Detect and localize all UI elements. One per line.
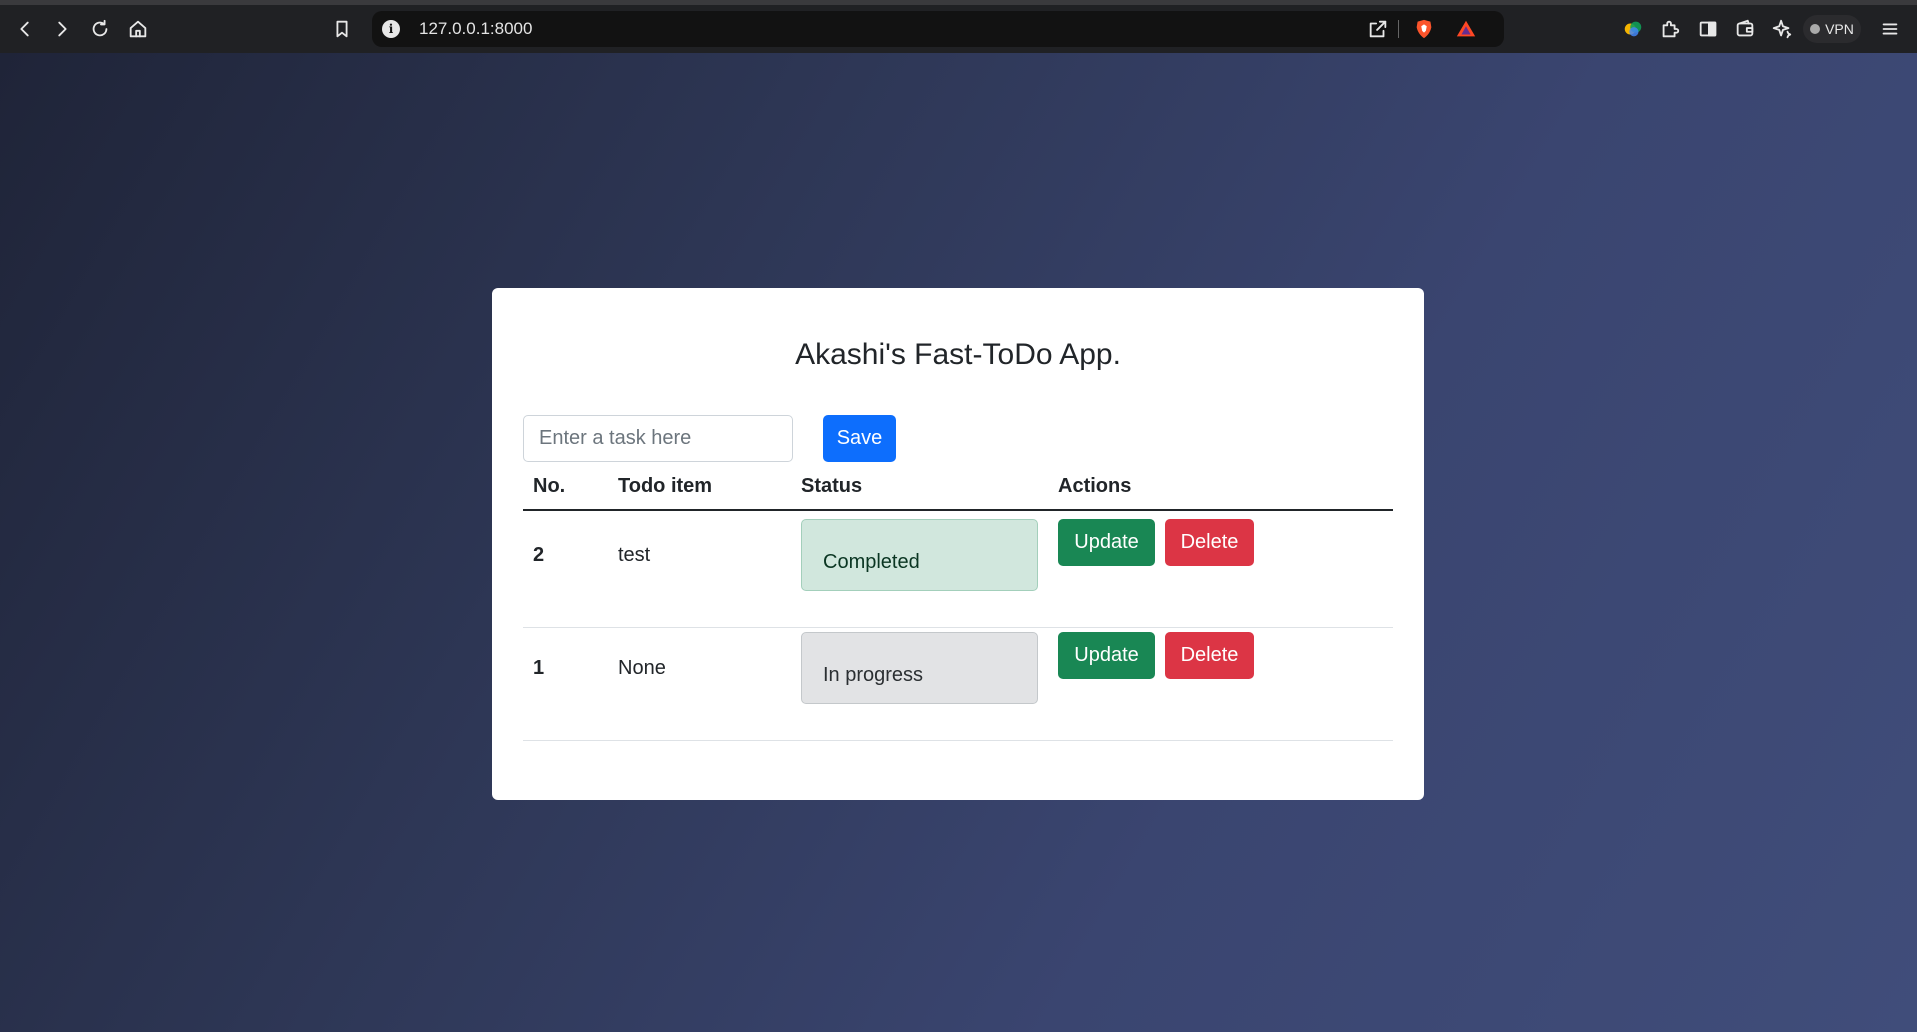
task-input[interactable] <box>523 415 793 462</box>
delete-button[interactable]: Delete <box>1165 519 1254 566</box>
browser-toolbar: i 127.0.0.1:8000 VPN <box>0 5 1917 53</box>
brave-shields-icon[interactable] <box>1412 17 1436 41</box>
forward-icon[interactable] <box>48 15 76 43</box>
update-button[interactable]: Update <box>1058 519 1155 566</box>
reload-icon[interactable] <box>86 15 114 43</box>
header-divider <box>523 509 1393 511</box>
wallet-icon[interactable] <box>1731 15 1759 43</box>
delete-button[interactable]: Delete <box>1165 632 1254 679</box>
url-separator <box>1398 20 1399 38</box>
extensions-puzzle-icon[interactable] <box>1656 15 1684 43</box>
column-header-no: No. <box>533 475 566 497</box>
share-icon[interactable] <box>1366 17 1390 41</box>
back-icon[interactable] <box>11 15 39 43</box>
column-header-todo-item: Todo item <box>618 475 713 497</box>
status-text: In progress <box>823 663 924 686</box>
row-number: 2 <box>533 544 545 566</box>
todo-card: Akashi's Fast-ToDo App. Save No. Todo it… <box>492 288 1424 800</box>
row-number: 1 <box>533 657 545 679</box>
leo-ai-icon[interactable] <box>1768 15 1796 43</box>
bookmark-icon[interactable] <box>328 15 356 43</box>
row-todo-item: test <box>618 544 651 566</box>
address-bar[interactable]: i 127.0.0.1:8000 <box>372 11 1504 47</box>
sidebar-icon[interactable] <box>1694 15 1722 43</box>
save-button[interactable]: Save <box>823 415 896 462</box>
row-divider <box>523 740 1393 741</box>
row-divider <box>523 627 1393 628</box>
vpn-status-icon <box>1810 24 1821 34</box>
page-title: Akashi's Fast-ToDo App. <box>795 338 1121 371</box>
status-badge-in-progress: In progress <box>801 632 1038 704</box>
site-info-icon[interactable]: i <box>382 20 400 38</box>
vpn-button[interactable]: VPN <box>1803 15 1861 43</box>
row-todo-item: None <box>618 657 666 679</box>
update-button[interactable]: Update <box>1058 632 1155 679</box>
vpn-label: VPN <box>1825 21 1854 37</box>
brave-rewards-icon[interactable] <box>1454 17 1478 41</box>
status-text: Completed <box>823 550 920 573</box>
page-viewport: Akashi's Fast-ToDo App. Save No. Todo it… <box>0 53 1917 1032</box>
extension-colorful-icon[interactable] <box>1619 15 1647 43</box>
url-text[interactable]: 127.0.0.1:8000 <box>419 19 532 39</box>
menu-icon[interactable] <box>1876 15 1904 43</box>
status-badge-completed: Completed <box>801 519 1038 591</box>
column-header-status: Status <box>801 475 863 497</box>
home-icon[interactable] <box>124 15 152 43</box>
column-header-actions: Actions <box>1058 475 1132 497</box>
